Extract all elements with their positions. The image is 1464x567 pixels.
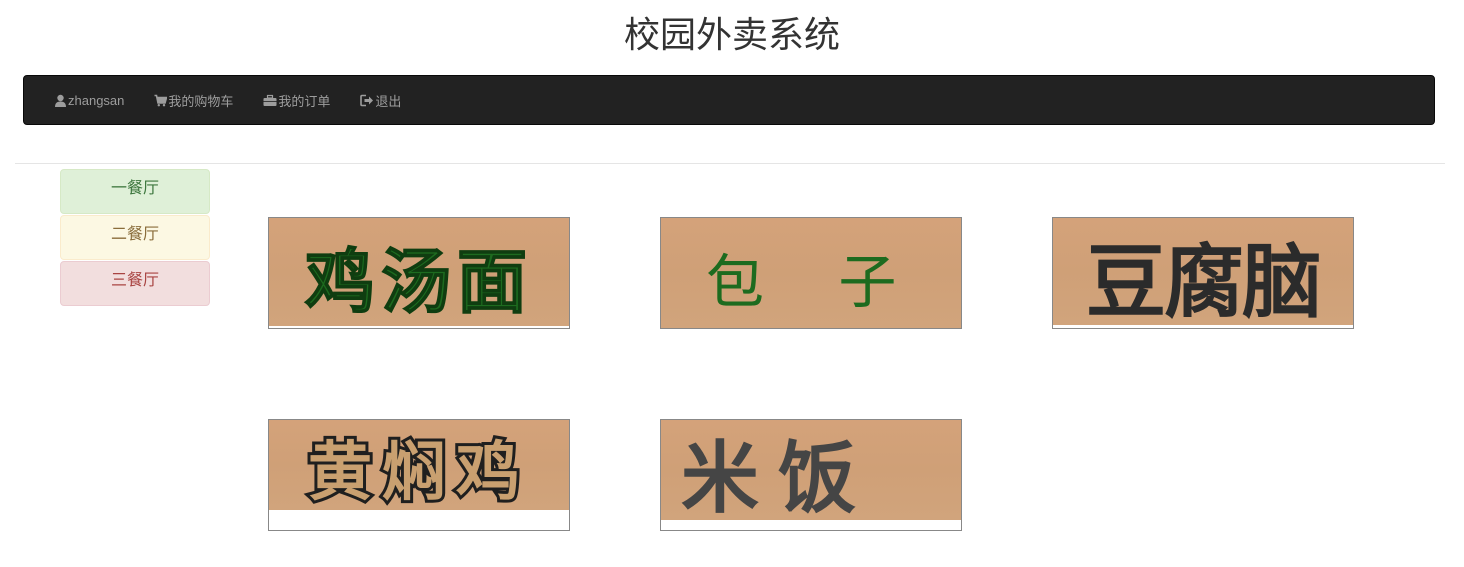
cart-icon bbox=[154, 94, 168, 106]
dish-name: 包 子 bbox=[706, 248, 924, 316]
dish-card-1[interactable]: 鸡汤面 bbox=[268, 217, 570, 329]
dish-banner: 黄焖鸡 bbox=[269, 420, 569, 510]
dish-banner: 豆腐脑 bbox=[1053, 218, 1353, 325]
dish-banner: 鸡汤面 bbox=[269, 218, 569, 326]
dish-card-4[interactable]: 黄焖鸡 bbox=[268, 419, 570, 531]
dish-card-5[interactable]: 米 饭 bbox=[660, 419, 962, 531]
nav-orders[interactable]: 我的订单 bbox=[263, 91, 330, 110]
canteen-button-2[interactable]: 二餐厅 bbox=[60, 215, 210, 260]
dish-name: 黄焖鸡 bbox=[308, 436, 530, 510]
nav-logout-label: 退出 bbox=[375, 93, 402, 109]
dish-card-3[interactable]: 豆腐脑 bbox=[1052, 217, 1354, 329]
nav-user-label: zhangsan bbox=[68, 92, 125, 108]
nav-logout[interactable]: 退出 bbox=[360, 91, 401, 110]
nav-user[interactable]: zhangsan bbox=[54, 93, 124, 108]
dish-banner: 米 饭 bbox=[661, 420, 961, 520]
navbar: zhangsan 我的购物车 我的订单 退出 bbox=[23, 75, 1435, 125]
logout-icon bbox=[360, 94, 374, 106]
dish-name: 鸡汤面 bbox=[305, 241, 533, 323]
dish-name: 豆腐脑 bbox=[1086, 236, 1320, 325]
canteen-button-3[interactable]: 三餐厅 bbox=[60, 261, 210, 306]
nav-cart[interactable]: 我的购物车 bbox=[154, 91, 233, 110]
nav-orders-label: 我的订单 bbox=[278, 93, 331, 109]
dish-name: 米 饭 bbox=[681, 434, 856, 520]
divider bbox=[15, 163, 1445, 164]
dish-banner: 包 子 bbox=[661, 218, 961, 328]
canteen-button-1[interactable]: 一餐厅 bbox=[60, 169, 210, 214]
nav-cart-label: 我的购物车 bbox=[168, 93, 234, 109]
briefcase-icon bbox=[263, 94, 277, 106]
page-title: 校园外卖系统 bbox=[623, 15, 840, 56]
dish-card-2[interactable]: 包 子 bbox=[660, 217, 962, 329]
user-icon bbox=[55, 94, 66, 107]
